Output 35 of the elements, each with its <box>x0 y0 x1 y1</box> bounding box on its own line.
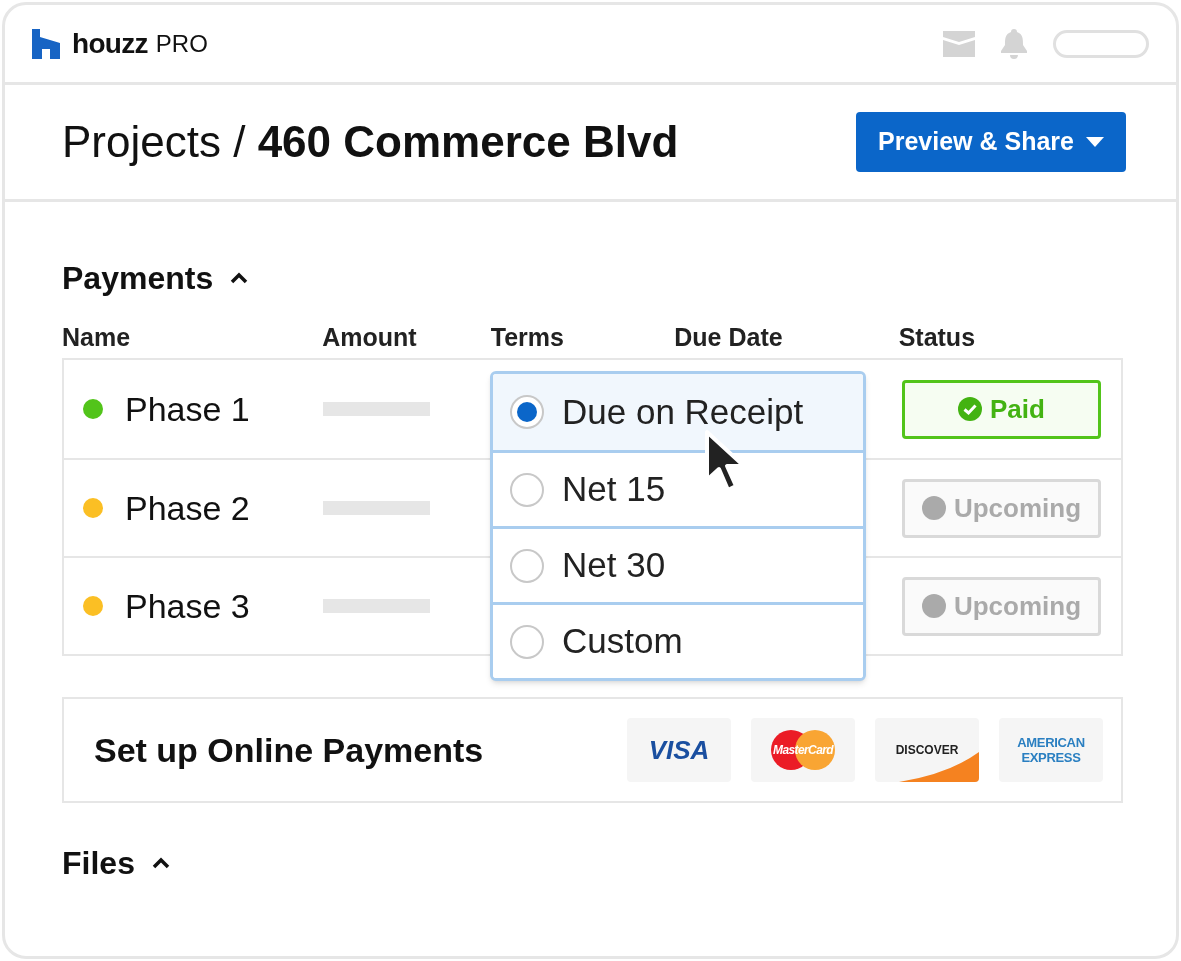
column-header: Amount <box>322 322 417 354</box>
column-header: Due Date <box>674 322 783 354</box>
phase-name: Phase 3 <box>125 585 250 627</box>
terms-option[interactable]: Net 15 <box>493 450 863 526</box>
status-badge: Paid <box>902 379 1101 439</box>
phase-name: Phase 1 <box>125 388 250 430</box>
page-title: Projects / 460 Commerce Blvd <box>62 116 679 168</box>
online-payments-title: Set up Online Payments <box>94 729 484 771</box>
section-heading: Files <box>62 844 135 883</box>
column-header: Status <box>898 322 976 354</box>
discover-logo: DISCOVER <box>875 718 979 782</box>
mail-icon[interactable] <box>943 30 975 57</box>
caret-icon <box>1085 137 1104 147</box>
terms-option[interactable]: Custom <box>493 602 863 678</box>
phase-name: Phase 2 <box>125 487 250 529</box>
amex-logo: AMERICAN EXPRESS <box>999 718 1103 782</box>
dot-icon <box>921 594 946 618</box>
status-badge: Upcoming <box>902 478 1101 538</box>
chevron-up-icon[interactable] <box>150 856 171 870</box>
terms-option[interactable]: Due on Receipt <box>493 374 863 450</box>
pill-outline[interactable] <box>1053 29 1149 58</box>
bell-icon[interactable] <box>999 28 1029 59</box>
status-badge: Upcoming <box>902 576 1101 636</box>
brand-suffix: PRO <box>155 28 208 59</box>
section-heading: Payments <box>62 259 214 298</box>
dot-icon <box>921 496 946 520</box>
column-header: Name <box>62 322 131 354</box>
logo-icon <box>32 28 60 59</box>
terms-option[interactable]: Net 30 <box>493 526 863 602</box>
column-header: Terms <box>490 322 564 354</box>
chevron-up-icon[interactable] <box>229 271 250 285</box>
brand-name: houzz <box>72 26 148 61</box>
visa-logo: VISA <box>627 718 731 782</box>
check-circle-icon <box>958 397 983 421</box>
preview-share-button[interactable]: Preview & Share <box>856 112 1126 172</box>
